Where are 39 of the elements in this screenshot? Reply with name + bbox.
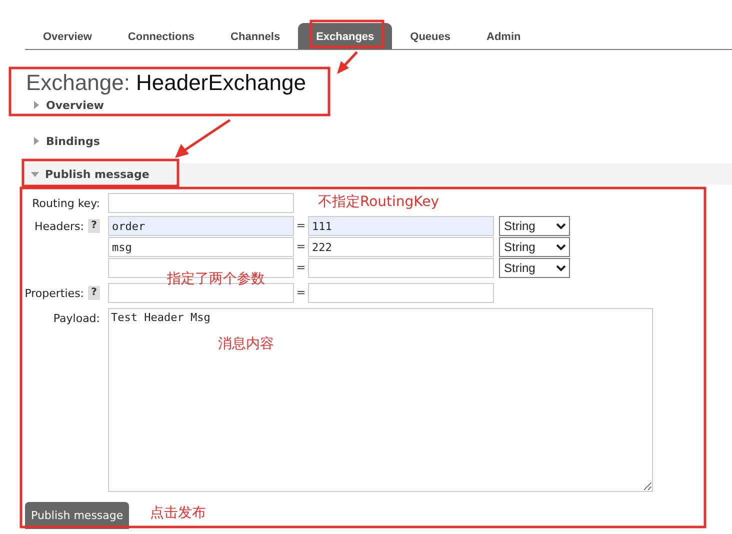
nav-tab[interactable]: Queues bbox=[392, 23, 469, 49]
property-value-field[interactable] bbox=[308, 283, 494, 303]
nav-tab[interactable]: Admin bbox=[468, 23, 539, 49]
section-header[interactable]: Bindings bbox=[0, 131, 732, 151]
annotation-note: 指定了两个参数 bbox=[167, 270, 265, 288]
header-key-field[interactable]: order bbox=[108, 216, 294, 236]
section-title: Bindings bbox=[46, 134, 100, 148]
pointer-arrow bbox=[175, 118, 231, 158]
equals-sign: = bbox=[295, 239, 307, 255]
header-value-field[interactable] bbox=[308, 258, 494, 278]
annotation-note: 消息内容 bbox=[218, 335, 274, 353]
field-label: Properties: bbox=[24, 286, 84, 300]
field-label: Routing key: bbox=[32, 196, 100, 210]
section-title: Publish message bbox=[45, 168, 150, 180]
annotation-note: 不指定RoutingKey bbox=[318, 193, 440, 211]
nav-tab[interactable]: Channels bbox=[212, 23, 298, 49]
type-dropdown[interactable]: String bbox=[499, 216, 570, 236]
exchange-name: HeaderExchange bbox=[136, 71, 306, 95]
type-dropdown[interactable]: String bbox=[499, 258, 570, 278]
header-value-field[interactable]: 111 bbox=[308, 216, 494, 236]
help-badge[interactable]: ? bbox=[88, 219, 100, 233]
header-key-field[interactable]: msg bbox=[108, 237, 294, 257]
type-dropdown[interactable]: String bbox=[499, 237, 570, 257]
section-title: Overview bbox=[46, 98, 104, 112]
field-label: Payload: bbox=[53, 312, 100, 324]
equals-sign: = bbox=[295, 260, 307, 276]
equals-sign: = bbox=[295, 285, 307, 301]
header-value-field[interactable]: 222 bbox=[308, 237, 494, 257]
nav-tab[interactable]: Overview bbox=[25, 23, 110, 49]
annotation-note: 点击发布 bbox=[150, 504, 206, 522]
section-header[interactable]: Overview bbox=[0, 95, 732, 115]
nav-tab[interactable]: Connections bbox=[110, 23, 213, 49]
equals-sign: = bbox=[295, 218, 307, 234]
section-header[interactable]: Publish message bbox=[25, 163, 732, 185]
pointer-arrow bbox=[337, 51, 358, 74]
routing-key-field[interactable] bbox=[108, 193, 294, 213]
page-title-prefix: Exchange: bbox=[26, 71, 130, 95]
help-badge[interactable]: ? bbox=[88, 286, 100, 300]
field-label: Headers: bbox=[34, 220, 84, 232]
